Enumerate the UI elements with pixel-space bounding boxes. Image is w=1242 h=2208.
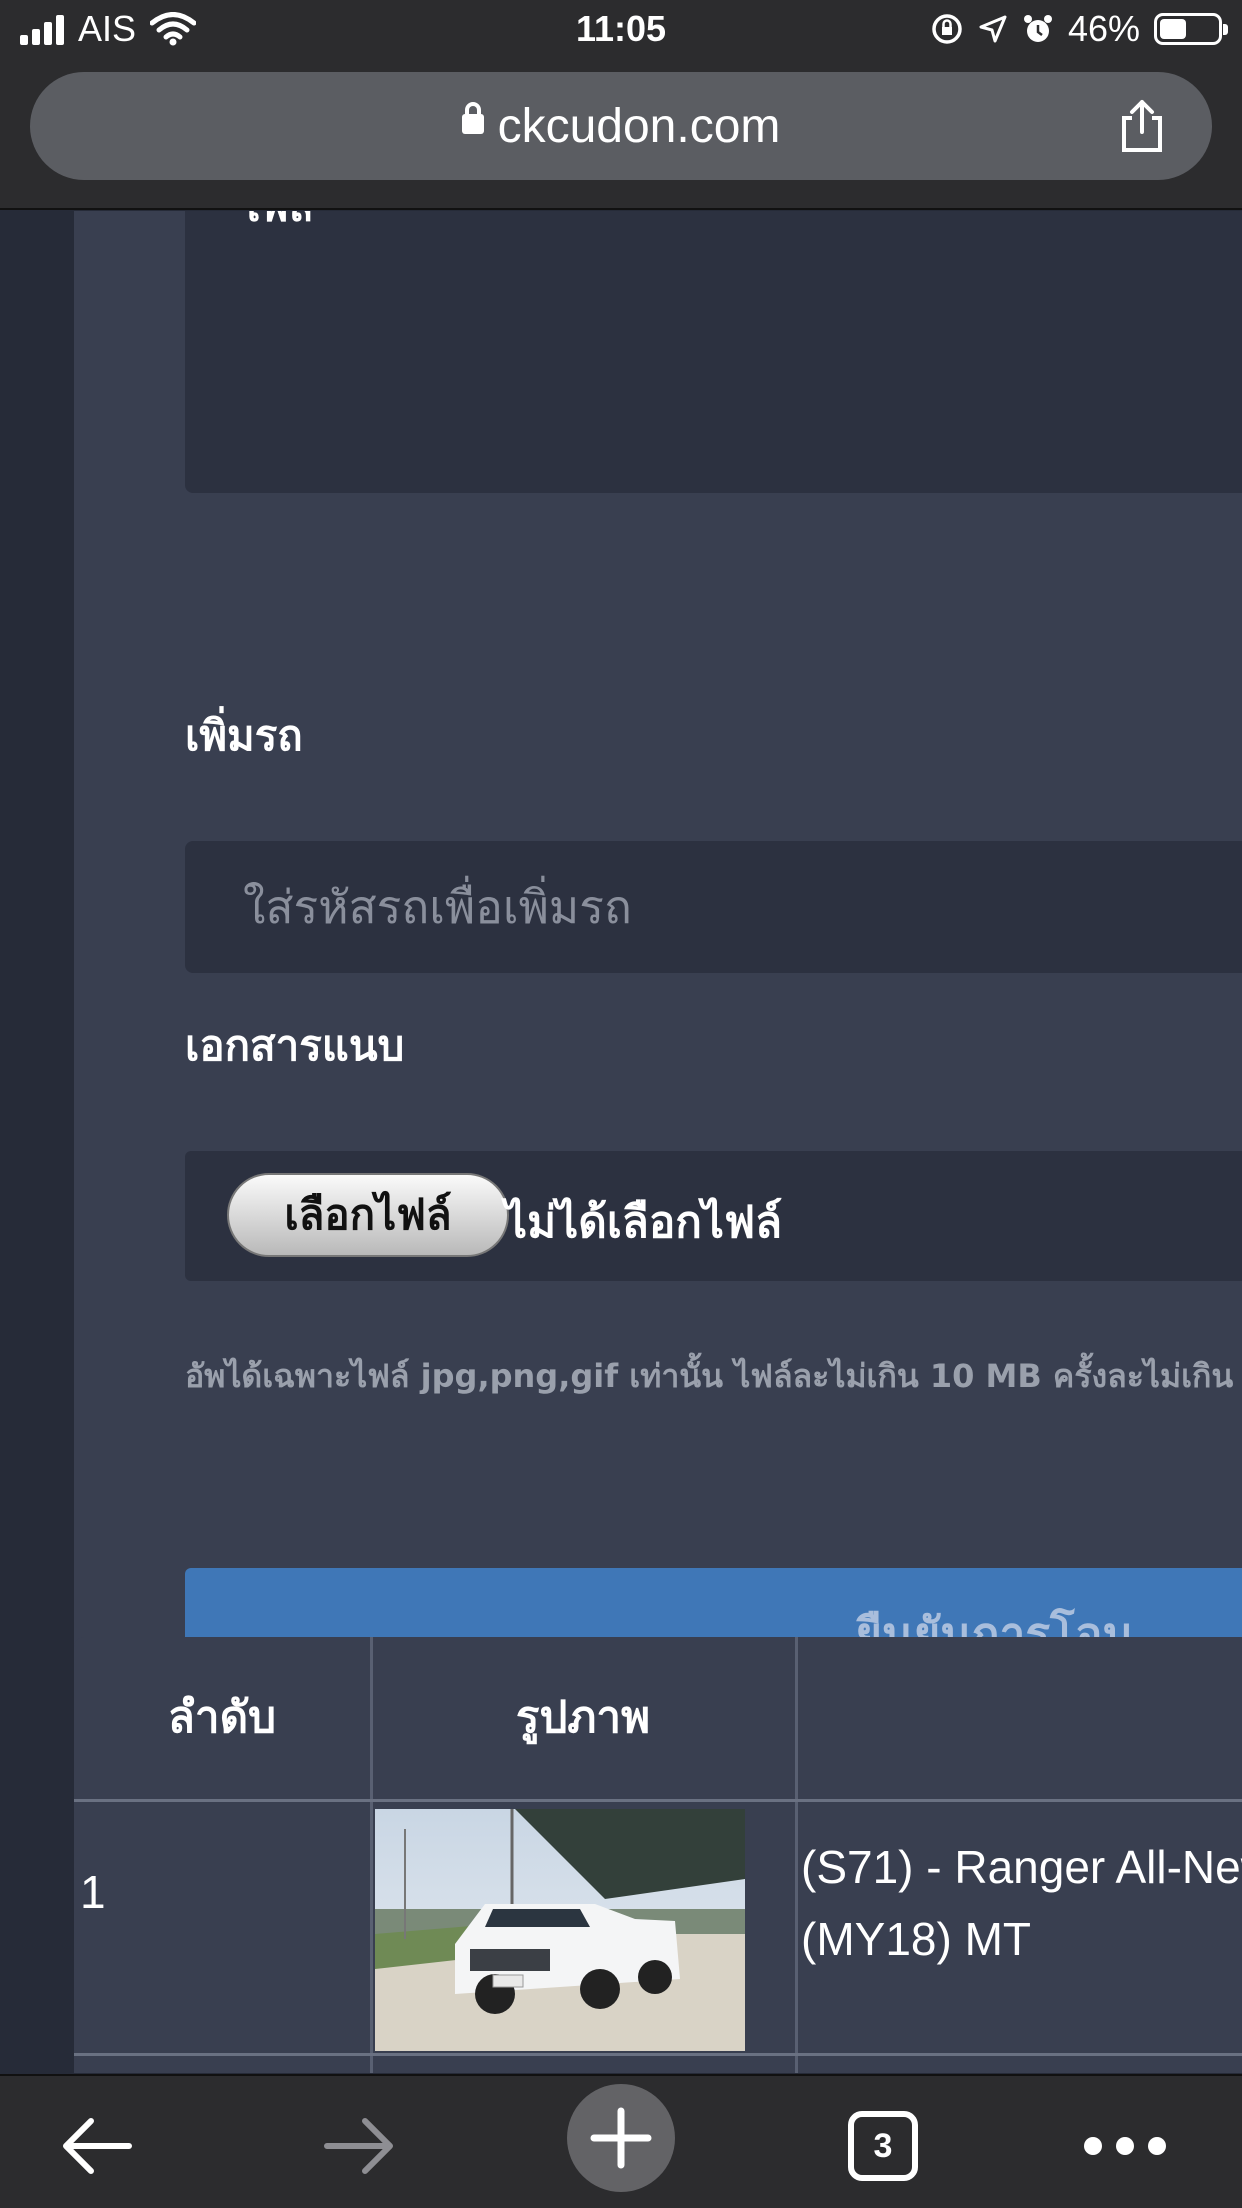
car-photo[interactable]	[375, 1809, 745, 2051]
column-header-details	[796, 1637, 1242, 1797]
choose-file-button[interactable]: เลือกไฟล์	[227, 1173, 509, 1257]
car-title-line: (MY18) MT	[801, 1913, 1031, 1965]
add-car-label: เพิ่มรถ	[185, 711, 303, 760]
battery-icon	[1154, 13, 1228, 45]
car-title[interactable]: (S71) - Ranger All-New (MY18) MT	[801, 1831, 1242, 1975]
tab-count-badge: 3	[848, 2111, 918, 2181]
back-arrow-icon	[63, 2118, 132, 2174]
car-code-input[interactable]	[185, 841, 1242, 973]
file-status-text: ไม่ได้เลือกไฟล์	[505, 1197, 783, 1248]
browser-top-bar: AIS 11:05 46% ckcudon.com	[0, 0, 1242, 210]
more-button[interactable]	[1070, 2096, 1180, 2196]
address-bar[interactable]: ckcudon.com	[30, 72, 1212, 180]
column-header-index: ลำดับ	[167, 1692, 277, 1743]
upload-help-text: อัพได้เฉพาะไฟล์ jpg,png,gif เท่านั้น ไฟล…	[185, 1357, 1234, 1395]
file-upload-field: เลือกไฟล์ ไม่ได้เลือกไฟล์	[185, 1151, 1242, 1281]
row-index: 1	[80, 1866, 106, 1918]
new-tab-button[interactable]	[566, 2084, 676, 2192]
browser-toolbar: 3	[0, 2074, 1242, 2208]
car-title-line: (S71) - Ranger All-New	[801, 1841, 1242, 1893]
column-divider	[370, 1637, 373, 2073]
lock-icon	[461, 102, 484, 134]
column-divider	[795, 1637, 798, 2073]
cars-table: ลำดับ รูปภาพ 1 (S71) - Ranger All-New (M…	[74, 1637, 1242, 2073]
page-content: ไฟล์ เพิ่มรถ เอกสารแนบ เลือกไฟล์ ไม่ได้เ…	[0, 211, 1242, 2073]
column-header-image: รูปภาพ	[515, 1692, 651, 1743]
notes-textarea[interactable]	[185, 211, 1242, 493]
more-icon	[1084, 2137, 1166, 2155]
plus-icon	[567, 2084, 675, 2192]
forward-arrow-icon	[324, 2118, 393, 2174]
attachments-label: เอกสารแนบ	[185, 1021, 405, 1070]
row-divider	[74, 2053, 1242, 2056]
orientation-lock-icon	[932, 14, 962, 44]
status-bar: AIS 11:05 46%	[0, 0, 1242, 62]
share-icon[interactable]	[1112, 96, 1172, 156]
transfer-form-card: ไฟล์ เพิ่มรถ เอกสารแนบ เลือกไฟล์ ไม่ได้เ…	[74, 211, 1242, 1773]
location-icon	[979, 15, 1007, 43]
clipped-field-label: ไฟล์	[240, 211, 313, 239]
forward-button[interactable]	[304, 2096, 414, 2196]
tabs-button[interactable]: 3	[828, 2096, 938, 2196]
url-text: ckcudon.com	[497, 99, 781, 153]
header-divider	[74, 1799, 1242, 1802]
battery-percent: 46%	[1067, 8, 1140, 49]
alarm-icon	[1023, 15, 1052, 42]
back-button[interactable]	[42, 2096, 152, 2196]
